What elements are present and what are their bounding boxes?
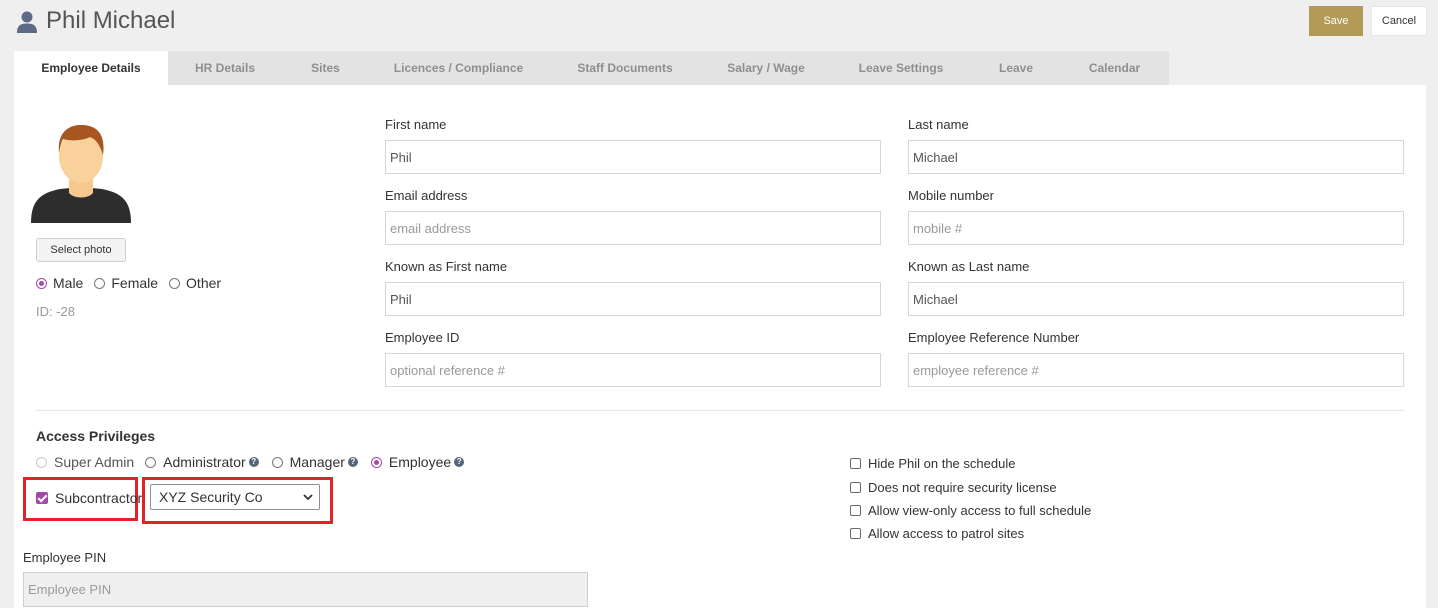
- manager-help-icon[interactable]: ?: [347, 457, 358, 467]
- role-administrator-radio[interactable]: [145, 456, 157, 468]
- option-label: Allow view-only access to full schedule: [868, 502, 1092, 518]
- option-no-security-license: Does not require security license: [850, 475, 1091, 498]
- mobile-label: Mobile number: [908, 188, 994, 203]
- known-first-name-input[interactable]: [385, 282, 881, 316]
- employee-details-panel: Select photo Male Female Other ID: -28 F…: [14, 85, 1426, 608]
- tab-licences-compliance[interactable]: Licences / Compliance: [369, 51, 548, 85]
- gender-radio-group: Male Female Other: [36, 275, 232, 291]
- role-manager-label: Manager: [289, 454, 345, 470]
- role-administrator-label: Administrator: [163, 454, 246, 470]
- tab-calendar[interactable]: Calendar: [1060, 51, 1169, 85]
- employee-pin-label: Employee PIN: [23, 550, 107, 565]
- option-hide-on-schedule: Hide Phil on the schedule: [850, 452, 1091, 475]
- section-divider: [36, 410, 1404, 411]
- administrator-help-icon[interactable]: ?: [248, 457, 259, 467]
- first-name-label: First name: [385, 117, 447, 132]
- avatar: [31, 125, 131, 223]
- tab-hr-details[interactable]: HR Details: [168, 51, 282, 85]
- email-input[interactable]: [385, 211, 881, 245]
- patrol-sites-checkbox[interactable]: [850, 528, 861, 540]
- option-patrol-sites: Allow access to patrol sites: [850, 522, 1091, 545]
- known-last-name-label: Known as Last name: [908, 259, 1030, 274]
- page-title: Phil Michael: [46, 7, 176, 34]
- gender-male-label: Male: [53, 275, 84, 291]
- cancel-button[interactable]: Cancel: [1371, 6, 1427, 36]
- access-privileges-title: Access Privileges: [36, 428, 156, 444]
- gender-other-label: Other: [186, 275, 222, 291]
- gender-male-radio[interactable]: [36, 277, 47, 289]
- tab-staff-documents[interactable]: Staff Documents: [548, 51, 702, 85]
- employee-pin-input[interactable]: [23, 572, 588, 607]
- select-photo-button[interactable]: Select photo: [36, 238, 126, 262]
- mobile-input[interactable]: [908, 211, 1404, 245]
- company-select-value: XYZ Security Co: [159, 489, 263, 505]
- hide-on-schedule-checkbox[interactable]: [850, 458, 861, 470]
- employee-id-label: Employee ID: [385, 330, 460, 345]
- employee-id-text: ID: -28: [36, 304, 76, 319]
- gender-female-radio[interactable]: [94, 277, 106, 289]
- option-label: Does not require security license: [868, 479, 1057, 495]
- access-role-radio-group: Super Admin Administrator ? Manager ? Em…: [36, 454, 465, 470]
- tab-employee-details[interactable]: Employee Details: [14, 51, 168, 85]
- subcontractor-option: Subcontractor: [36, 490, 142, 506]
- employee-id-input[interactable]: [385, 353, 881, 387]
- subcontractor-label: Subcontractor: [55, 490, 143, 506]
- last-name-input[interactable]: [908, 140, 1404, 174]
- tab-leave-settings[interactable]: Leave Settings: [830, 51, 972, 85]
- last-name-label: Last name: [908, 117, 969, 132]
- email-label: Email address: [385, 188, 468, 203]
- option-view-only-schedule: Allow view-only access to full schedule: [850, 499, 1091, 522]
- role-employee-label: Employee: [388, 454, 452, 470]
- employee-reference-input[interactable]: [908, 353, 1404, 387]
- no-security-license-checkbox[interactable]: [850, 481, 861, 493]
- tab-sites[interactable]: Sites: [282, 51, 369, 85]
- chevron-down-icon: [303, 494, 313, 501]
- gender-female-label: Female: [111, 275, 159, 291]
- tab-bar: Employee Details HR Details Sites Licenc…: [14, 51, 1169, 85]
- first-name-input[interactable]: [385, 140, 881, 174]
- option-label: Allow access to patrol sites: [868, 526, 1025, 542]
- role-super-admin-label: Super Admin: [54, 454, 135, 470]
- tab-leave[interactable]: Leave: [972, 51, 1060, 85]
- known-first-name-label: Known as First name: [385, 259, 508, 274]
- view-only-schedule-checkbox[interactable]: [850, 504, 861, 516]
- tab-salary-wage[interactable]: Salary / Wage: [702, 51, 830, 85]
- employee-reference-label: Employee Reference Number: [908, 330, 1080, 345]
- subcontractor-checkbox[interactable]: [36, 492, 48, 504]
- schedule-options-list: Hide Phil on the schedule Does not requi…: [850, 452, 1091, 546]
- known-last-name-input[interactable]: [908, 282, 1404, 316]
- option-label: Hide Phil on the schedule: [868, 456, 1016, 472]
- page-header: Phil Michael Save Cancel: [0, 0, 1438, 44]
- role-super-admin-radio[interactable]: [36, 456, 47, 468]
- role-employee-radio[interactable]: [370, 456, 382, 468]
- role-manager-radio[interactable]: [271, 456, 283, 468]
- save-button[interactable]: Save: [1309, 6, 1363, 36]
- subcontractor-company-select[interactable]: XYZ Security Co: [150, 484, 320, 510]
- employee-help-icon[interactable]: ?: [454, 457, 465, 467]
- gender-other-radio[interactable]: [169, 277, 181, 289]
- user-icon: [17, 11, 37, 33]
